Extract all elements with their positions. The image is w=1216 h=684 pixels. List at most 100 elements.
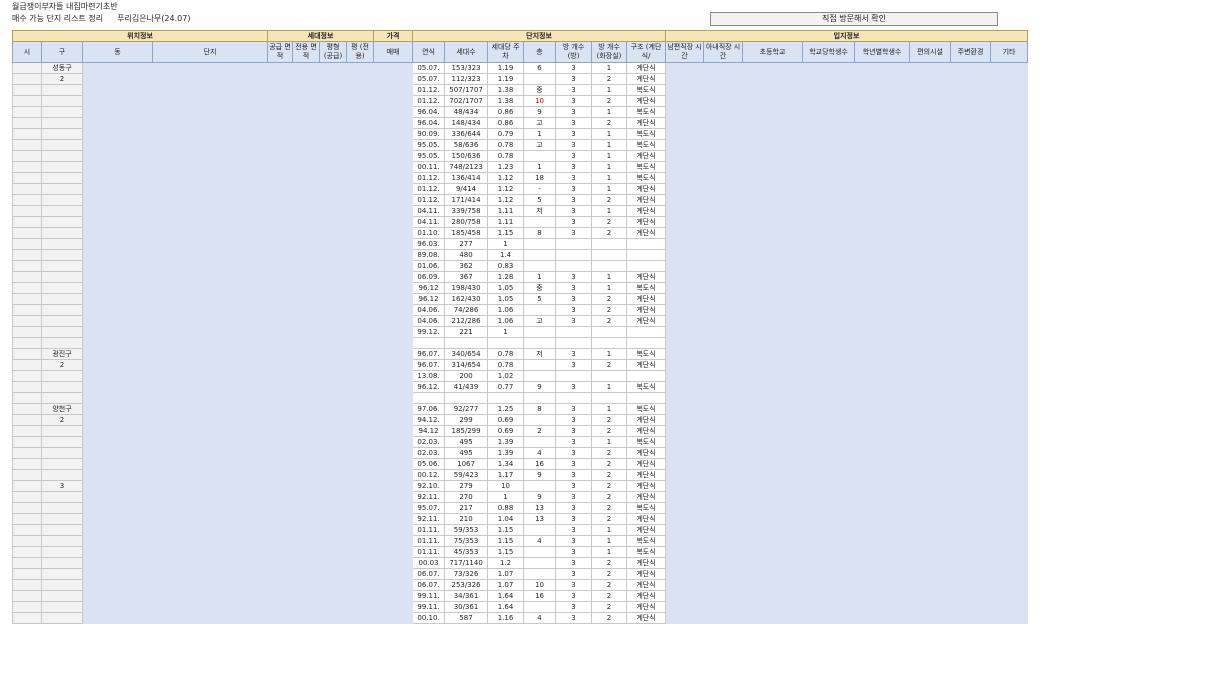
table-cell[interactable]	[626, 337, 667, 349]
table-cell[interactable]	[151, 491, 269, 503]
table-cell[interactable]	[41, 370, 83, 382]
table-cell[interactable]	[703, 535, 744, 547]
table-cell[interactable]	[151, 568, 269, 580]
table-cell[interactable]	[373, 348, 414, 360]
table-cell[interactable]	[12, 249, 42, 261]
table-cell[interactable]	[292, 469, 321, 481]
table-cell[interactable]	[292, 337, 321, 349]
table-cell[interactable]	[346, 568, 375, 580]
table-cell[interactable]	[292, 216, 321, 228]
table-cell[interactable]	[990, 150, 1029, 162]
table-cell[interactable]: 1.15	[487, 546, 525, 558]
table-cell[interactable]	[802, 249, 856, 261]
table-cell[interactable]	[523, 601, 557, 613]
table-cell[interactable]: 1.12	[487, 172, 525, 184]
table-cell[interactable]	[373, 172, 414, 184]
table-cell[interactable]: 1067	[444, 458, 489, 470]
table-cell[interactable]	[267, 293, 294, 305]
table-cell[interactable]	[523, 480, 557, 492]
table-cell[interactable]	[12, 612, 42, 624]
table-cell[interactable]	[950, 612, 992, 624]
table-cell[interactable]	[802, 150, 856, 162]
table-cell[interactable]: 계단식	[626, 414, 667, 426]
table-cell[interactable]: 3	[41, 480, 83, 492]
table-cell[interactable]	[523, 370, 557, 382]
column-header[interactable]: 세대당 주차	[487, 41, 525, 63]
table-cell[interactable]	[373, 238, 414, 250]
table-cell[interactable]	[742, 359, 804, 371]
table-cell[interactable]	[990, 403, 1029, 415]
table-cell[interactable]	[267, 227, 294, 239]
table-cell[interactable]	[12, 392, 42, 404]
table-cell[interactable]	[909, 205, 952, 217]
table-cell[interactable]	[292, 150, 321, 162]
table-cell[interactable]	[82, 458, 153, 470]
table-cell[interactable]	[742, 491, 804, 503]
table-cell[interactable]	[373, 260, 414, 272]
table-cell[interactable]	[665, 535, 705, 547]
table-cell[interactable]	[319, 557, 348, 569]
table-cell[interactable]	[703, 524, 744, 536]
table-cell[interactable]: 3	[555, 557, 593, 569]
table-cell[interactable]: 362	[444, 260, 489, 272]
table-cell[interactable]: 01.12.	[412, 183, 446, 195]
table-cell[interactable]	[950, 161, 992, 173]
table-cell[interactable]	[909, 95, 952, 107]
table-cell[interactable]	[346, 161, 375, 173]
table-cell[interactable]	[41, 205, 83, 217]
table-cell[interactable]: 0.77	[487, 381, 525, 393]
table-cell[interactable]: 계단식	[626, 271, 667, 283]
table-cell[interactable]	[12, 436, 42, 448]
table-cell[interactable]	[292, 546, 321, 558]
table-cell[interactable]	[990, 392, 1029, 404]
column-header[interactable]: 평형 (공급)	[319, 41, 348, 63]
table-cell[interactable]	[151, 293, 269, 305]
table-cell[interactable]: 253/326	[444, 579, 489, 591]
table-cell[interactable]	[267, 326, 294, 338]
table-cell[interactable]: 1	[591, 282, 628, 294]
table-cell[interactable]	[373, 117, 414, 129]
table-cell[interactable]	[346, 84, 375, 96]
table-cell[interactable]	[665, 73, 705, 85]
table-cell[interactable]	[82, 491, 153, 503]
table-cell[interactable]	[373, 95, 414, 107]
table-cell[interactable]	[854, 590, 911, 602]
table-cell[interactable]	[12, 557, 42, 569]
table-cell[interactable]: 702/1707	[444, 95, 489, 107]
table-cell[interactable]	[909, 601, 952, 613]
table-cell[interactable]	[82, 469, 153, 481]
table-cell[interactable]	[909, 491, 952, 503]
table-cell[interactable]	[151, 381, 269, 393]
table-cell[interactable]: 고	[523, 139, 557, 151]
table-cell[interactable]	[990, 612, 1029, 624]
table-cell[interactable]	[41, 337, 83, 349]
table-cell[interactable]	[151, 139, 269, 151]
table-cell[interactable]	[909, 238, 952, 250]
table-cell[interactable]	[373, 590, 414, 602]
table-cell[interactable]: 1.16	[487, 612, 525, 624]
table-cell[interactable]: 4	[523, 447, 557, 459]
table-cell[interactable]: 1	[591, 348, 628, 360]
table-cell[interactable]: 1	[487, 491, 525, 503]
table-cell[interactable]	[373, 601, 414, 613]
table-cell[interactable]	[267, 480, 294, 492]
table-cell[interactable]	[346, 216, 375, 228]
table-cell[interactable]: 3	[555, 315, 593, 327]
table-cell[interactable]	[319, 436, 348, 448]
table-cell[interactable]	[151, 282, 269, 294]
table-cell[interactable]: 3	[555, 436, 593, 448]
table-cell[interactable]	[665, 568, 705, 580]
table-cell[interactable]	[854, 535, 911, 547]
table-cell[interactable]: 587	[444, 612, 489, 624]
table-cell[interactable]	[12, 150, 42, 162]
table-cell[interactable]: 2	[591, 425, 628, 437]
table-cell[interactable]	[854, 480, 911, 492]
table-cell[interactable]	[665, 293, 705, 305]
table-cell[interactable]	[151, 205, 269, 217]
table-cell[interactable]: 1.19	[487, 62, 525, 74]
table-cell[interactable]	[742, 150, 804, 162]
column-header[interactable]: 아내직장 시간	[703, 41, 744, 63]
table-cell[interactable]	[665, 326, 705, 338]
table-cell[interactable]	[292, 117, 321, 129]
table-cell[interactable]: 1	[591, 161, 628, 173]
